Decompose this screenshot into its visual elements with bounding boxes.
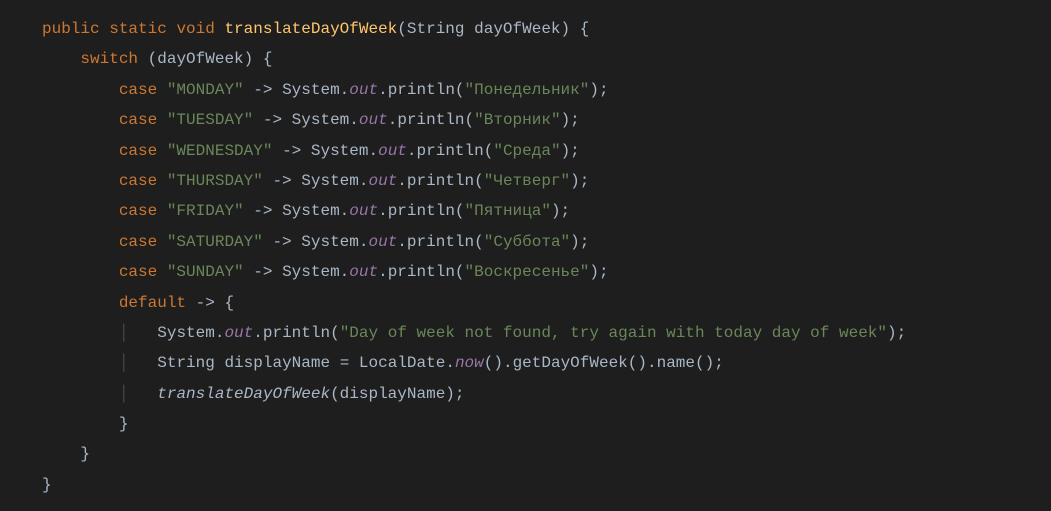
case-val-tue: "Вторник": [474, 111, 560, 129]
case-key-thu: "THURSDAY": [167, 172, 263, 190]
case-val-sun: "Воскресенье": [465, 263, 590, 281]
case-val-thu: "Четверг": [484, 172, 570, 190]
var-displayname: displayName: [224, 354, 330, 372]
default-msg: "Day of week not found, try again with t…: [340, 324, 887, 342]
param-dayofweek: dayOfWeek: [474, 20, 560, 38]
case-val-fri: "Пятница": [465, 202, 551, 220]
case-key-sat: "SATURDAY": [167, 233, 263, 251]
recursive-call: translateDayOfWeek: [157, 385, 330, 403]
keyword-public: public: [42, 20, 100, 38]
keyword-default: default: [119, 294, 186, 312]
case-key-fri: "FRIDAY": [167, 202, 244, 220]
case-key-sun: "SUNDAY": [167, 263, 244, 281]
case-key-mon: "MONDAY": [167, 81, 244, 99]
field-out: out: [349, 81, 378, 99]
indent-guide: │: [119, 324, 129, 342]
code-editor[interactable]: public static void translateDayOfWeek(St…: [0, 0, 1051, 500]
method-name: translateDayOfWeek: [224, 20, 397, 38]
keyword-switch: switch: [80, 50, 138, 68]
case-key-tue: "TUESDAY": [167, 111, 253, 129]
static-now: now: [455, 354, 484, 372]
switch-var: dayOfWeek: [157, 50, 243, 68]
keyword-void: void: [176, 20, 214, 38]
case-val-sat: "Суббота": [484, 233, 570, 251]
case-val-wed: "Среда": [493, 142, 560, 160]
keyword-case: case: [119, 81, 157, 99]
case-val-mon: "Понедельник": [465, 81, 590, 99]
keyword-static: static: [109, 20, 167, 38]
type-string: String: [407, 20, 465, 38]
case-key-wed: "WEDNESDAY": [167, 142, 273, 160]
